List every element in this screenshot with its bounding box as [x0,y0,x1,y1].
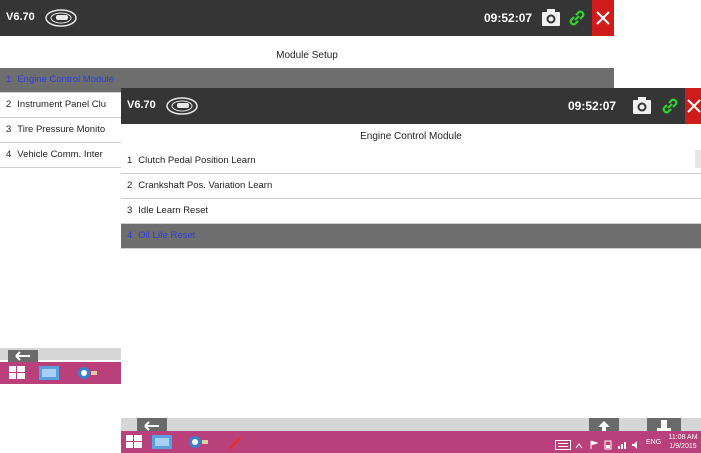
upload-button[interactable] [589,418,619,432]
item-number: 2 [6,99,12,110]
list-item[interactable]: 1 Clutch Pedal Position Learn [121,149,701,174]
back-arrow-icon [15,351,30,361]
page-title: Module Setup [276,50,338,61]
link-icon[interactable] [566,7,588,29]
item-number: 3 [127,205,133,216]
item-label: Oil Life Reset [138,230,196,241]
vehicle-logo-icon [45,9,77,27]
close-icon [596,11,610,25]
item-label: Engine Control Module [17,74,114,85]
volume-icon[interactable] [631,437,641,453]
list-item[interactable]: 3 Idle Learn Reset [121,199,701,224]
app-icon[interactable] [187,434,209,450]
item-label: Tire Pressure Monito [17,124,106,135]
windows-start-icon[interactable] [8,365,26,381]
item-label: Idle Learn Reset [138,205,209,216]
upload-icon [598,421,610,431]
exit-button[interactable] [647,418,681,432]
chevron-up-icon[interactable] [575,438,583,453]
vehicle-logo-icon [166,97,198,115]
item-number: 2 [127,180,133,191]
item-number: 1 [127,155,133,166]
desktop-icon[interactable] [38,365,60,381]
titlebar: V6.70 09:52:07 [0,0,614,36]
exit-icon [657,420,671,431]
back-arrow-icon [144,421,159,431]
language-indicator[interactable]: ENG [646,439,661,447]
clock: 09:52:07 [484,11,533,25]
link-icon[interactable] [659,95,681,117]
windows-start-icon[interactable] [125,434,143,450]
version-label: V6.70 [6,11,35,23]
item-number: 4 [127,230,133,241]
front-window: V6.70 09:52:07 Engine Control Module 1 C… [121,88,701,453]
item-label: Instrument Panel Clu [17,99,107,110]
list-item[interactable]: 4 Oil Life Reset [121,224,701,249]
keyboard-icon[interactable] [555,437,571,453]
taskbar-date[interactable]: 1/9/2015 [665,443,701,451]
close-icon [687,99,701,113]
network-icon[interactable] [617,437,627,453]
taskbar: ENG 11:08 AM 1/9/2015 [121,431,701,453]
taskbar-time[interactable]: 11:08 AM [665,434,701,442]
version-label: V6.70 [127,99,156,111]
back-button[interactable] [137,418,167,432]
camera-icon[interactable] [540,7,562,29]
close-button[interactable] [592,0,614,36]
battery-icon[interactable] [603,437,613,453]
item-number: 1 [6,74,12,85]
page-title: Engine Control Module [360,131,462,142]
titlebar: V6.70 09:52:07 [121,88,701,124]
pen-icon[interactable] [225,434,243,450]
flag-icon[interactable] [589,437,599,453]
close-button[interactable] [685,88,701,124]
app-icon[interactable] [76,365,98,381]
desktop-icon[interactable] [151,434,173,450]
back-button[interactable] [8,350,38,362]
item-number: 4 [6,149,12,160]
item-label: Clutch Pedal Position Learn [138,155,256,166]
list-item[interactable]: 2 Crankshaft Pos. Variation Learn [121,174,701,199]
item-number: 3 [6,124,12,135]
item-label: Crankshaft Pos. Variation Learn [138,180,273,191]
clock: 09:52:07 [568,99,617,113]
function-list: 1 Clutch Pedal Position Learn 2 Crankshaft… [121,149,701,249]
camera-icon[interactable] [631,95,653,117]
item-label: Vehicle Comm. Inter [17,149,103,160]
